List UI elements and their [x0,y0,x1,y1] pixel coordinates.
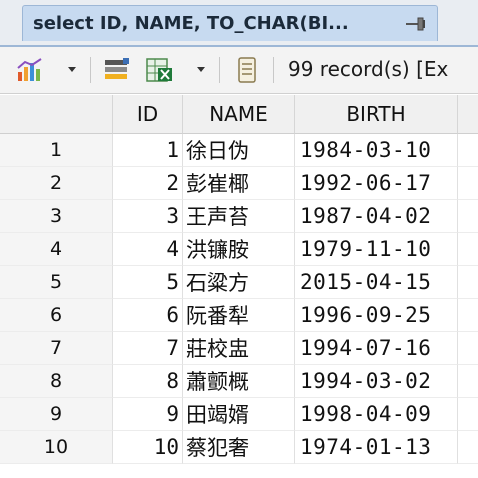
export-grid-icon[interactable] [100,55,134,85]
result-grid[interactable]: ID NAME BIRTH 1 1 徐日伪 1984-03-10 2 2 彭崔椰 1992-0… [0,95,478,478]
filler-cell [458,365,478,398]
result-tab-title: select ID, NAME, TO_CHAR(BI... [33,13,349,34]
editor-tab-strip: select ID, NAME, TO_CHAR(BI... [0,0,478,47]
row-number-cell[interactable]: 10 [0,431,113,464]
name-cell[interactable]: 蔡犯奢 [183,431,295,464]
column-header-id[interactable]: ID [113,95,183,134]
row-number-header [0,95,113,134]
filler-cell [458,431,478,464]
table-row[interactable]: 1 1 徐日伪 1984-03-10 [0,134,478,167]
table-row[interactable]: 4 4 洪镰胺 1979-11-10 [0,233,478,266]
filler-cell [458,233,478,266]
filler-cell [458,134,478,167]
row-number-cell[interactable]: 4 [0,233,113,266]
name-cell[interactable]: 田竭婿 [183,398,295,431]
column-header-filler [458,95,478,134]
column-header-birth[interactable]: BIRTH [295,95,458,134]
table-row[interactable]: 9 9 田竭婿 1998-04-09 [0,398,478,431]
filler-cell [458,167,478,200]
birth-cell[interactable]: 1992-06-17 [295,167,458,200]
table-row[interactable]: 6 6 阮番犁 1996-09-25 [0,299,478,332]
row-number-cell[interactable]: 9 [0,398,113,431]
name-cell[interactable]: 莊校盅 [183,332,295,365]
id-cell[interactable]: 1 [113,134,183,167]
pin-icon[interactable] [403,15,427,33]
birth-cell[interactable]: 1998-04-09 [295,398,458,431]
birth-cell[interactable]: 1984-03-10 [295,134,458,167]
script-icon[interactable] [230,55,264,85]
id-cell[interactable]: 8 [113,365,183,398]
chart-icon[interactable] [14,55,48,85]
row-number-cell[interactable]: 5 [0,266,113,299]
table-row[interactable]: 2 2 彭崔椰 1992-06-17 [0,167,478,200]
table-row[interactable]: 7 7 莊校盅 1994-07-16 [0,332,478,365]
table-row[interactable]: 3 3 王声苔 1987-04-02 [0,200,478,233]
table-row[interactable]: 8 8 蕭颤概 1994-03-02 [0,365,478,398]
id-cell[interactable]: 5 [113,266,183,299]
id-cell[interactable]: 9 [113,398,183,431]
birth-cell[interactable]: 1974-01-13 [295,431,458,464]
excel-export-icon[interactable] [142,55,176,85]
table-row[interactable]: 5 5 石粱方 2015-04-15 [0,266,478,299]
row-number-cell[interactable]: 2 [0,167,113,200]
id-cell[interactable]: 2 [113,167,183,200]
name-cell[interactable]: 阮番犁 [183,299,295,332]
birth-cell[interactable]: 1987-04-02 [295,200,458,233]
birth-cell[interactable]: 1994-03-02 [295,365,458,398]
column-header-name[interactable]: NAME [183,95,295,134]
filler-cell [458,266,478,299]
id-cell[interactable]: 3 [113,200,183,233]
id-cell[interactable]: 6 [113,299,183,332]
name-cell[interactable]: 蕭颤概 [183,365,295,398]
birth-cell[interactable]: 1979-11-10 [295,233,458,266]
toolbar-separator [90,57,91,83]
birth-cell[interactable]: 1996-09-25 [295,299,458,332]
row-number-cell[interactable]: 1 [0,134,113,167]
birth-cell[interactable]: 1994-07-16 [295,332,458,365]
result-tab[interactable]: select ID, NAME, TO_CHAR(BI... [22,5,438,41]
name-cell[interactable]: 王声苔 [183,200,295,233]
row-number-cell[interactable]: 3 [0,200,113,233]
id-cell[interactable]: 7 [113,332,183,365]
filler-cell [458,332,478,365]
filler-cell [458,398,478,431]
row-number-cell[interactable]: 7 [0,332,113,365]
id-cell[interactable]: 10 [113,431,183,464]
birth-cell[interactable]: 2015-04-15 [295,266,458,299]
filler-cell [458,299,478,332]
chart-dropdown-icon[interactable] [68,67,76,72]
name-cell[interactable]: 石粱方 [183,266,295,299]
filler-cell [458,200,478,233]
table-row[interactable]: 10 10 蔡犯奢 1974-01-13 [0,431,478,464]
toolbar-separator [273,57,274,83]
name-cell[interactable]: 洪镰胺 [183,233,295,266]
id-cell[interactable]: 4 [113,233,183,266]
row-number-cell[interactable]: 8 [0,365,113,398]
result-toolbar: 99 record(s) [Ex [0,47,478,94]
name-cell[interactable]: 彭崔椰 [183,167,295,200]
name-cell[interactable]: 徐日伪 [183,134,295,167]
record-count-status: 99 record(s) [Ex [288,57,449,81]
toolbar-separator [219,57,220,83]
row-number-cell[interactable]: 6 [0,299,113,332]
export-dropdown-icon[interactable] [197,67,205,72]
